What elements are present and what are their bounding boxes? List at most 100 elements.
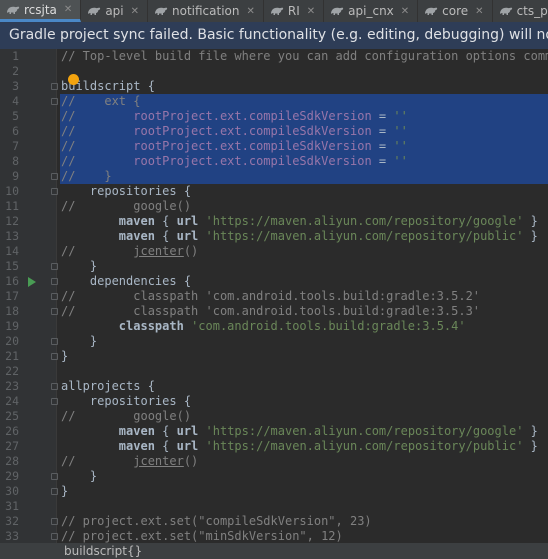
code-text[interactable]: // ext { <box>60 94 548 109</box>
code-line[interactable]: 4 // ext { <box>0 94 548 109</box>
close-icon[interactable]: ✕ <box>307 6 315 17</box>
code-text[interactable]: // rootProject.ext.compileSdkVersion = '… <box>60 124 548 139</box>
fold-marker-icon[interactable] <box>51 488 58 495</box>
code-line[interactable]: 12 maven { url 'https://maven.aliyun.com… <box>0 214 548 229</box>
code-line[interactable]: 21} <box>0 349 548 364</box>
code-line[interactable]: 31 <box>0 499 548 514</box>
code-line[interactable]: 5 // rootProject.ext.compileSdkVersion = … <box>0 109 548 124</box>
code-line[interactable]: 23 allprojects { <box>0 379 548 394</box>
code-text[interactable]: } <box>60 349 548 364</box>
code-text[interactable] <box>60 499 548 514</box>
fold-marker-icon[interactable] <box>51 338 58 345</box>
code-text[interactable]: // google() <box>60 199 548 214</box>
code-line[interactable]: 22 <box>0 364 548 379</box>
code-text[interactable]: maven { url 'https://maven.aliyun.com/re… <box>60 439 548 454</box>
code-line[interactable]: 24 repositories { <box>0 394 548 409</box>
fold-marker-icon[interactable] <box>51 98 58 105</box>
code-text[interactable]: // jcenter() <box>60 454 548 469</box>
fold-marker-icon[interactable] <box>51 188 58 195</box>
code-line[interactable]: 19 classpath 'com.android.tools.build:gr… <box>0 319 548 334</box>
code-line[interactable]: 6 // rootProject.ext.compileSdkVersion = … <box>0 124 548 139</box>
code-token: { <box>154 424 177 438</box>
code-text[interactable]: repositories { <box>60 394 548 409</box>
code-text[interactable]: } <box>60 334 548 349</box>
code-line[interactable]: 33 // project.ext.set("minSdkVersion", 12… <box>0 529 548 543</box>
fold-marker-icon[interactable] <box>51 383 58 390</box>
code-line[interactable]: 29 } <box>0 469 548 484</box>
code-text[interactable]: } <box>60 469 548 484</box>
code-line[interactable]: 26 maven { url 'https://maven.aliyun.com… <box>0 424 548 439</box>
close-icon[interactable]: ✕ <box>247 6 255 17</box>
code-line[interactable]: 13 maven { url 'https://maven.aliyun.com… <box>0 229 548 244</box>
code-line[interactable]: 32 // project.ext.set("compileSdkVersion"… <box>0 514 548 529</box>
code-line[interactable]: 1 // Top-level build file where you can a… <box>0 49 548 64</box>
tab-core[interactable]: core ✕ <box>418 0 493 22</box>
breakpoint-marker-icon[interactable] <box>68 74 79 85</box>
code-line[interactable]: 2 <box>0 64 548 79</box>
code-text[interactable]: allprojects { <box>60 379 548 394</box>
tab-api-cnx[interactable]: api_cnx ✕ <box>324 0 419 22</box>
code-text[interactable]: // } <box>60 169 548 184</box>
code-text[interactable]: // Top-level build file where you can ad… <box>60 49 548 64</box>
code-line[interactable]: 17 // classpath 'com.android.tools.build:… <box>0 289 548 304</box>
code-text[interactable]: } <box>60 259 548 274</box>
code-text[interactable]: // rootProject.ext.compileSdkVersion = '… <box>60 109 548 124</box>
code-text[interactable]: // classpath 'com.android.tools.build:gr… <box>60 304 548 319</box>
code-text[interactable] <box>60 64 548 79</box>
code-line[interactable]: 25 // google() <box>0 409 548 424</box>
code-editor[interactable]: 1 // Top-level build file where you can a… <box>0 49 548 543</box>
code-line[interactable]: 30} <box>0 484 548 499</box>
tab-cts-provi[interactable]: cts_provi <box>493 0 548 22</box>
code-line[interactable]: 14 // jcenter() <box>0 244 548 259</box>
code-line[interactable]: 20 } <box>0 334 548 349</box>
close-icon[interactable]: ✕ <box>64 4 72 15</box>
code-text[interactable]: maven { url 'https://maven.aliyun.com/re… <box>60 424 548 439</box>
tab-api[interactable]: api ✕ <box>81 0 149 22</box>
code-text[interactable]: maven { url 'https://maven.aliyun.com/re… <box>60 214 548 229</box>
code-text[interactable]: // google() <box>60 409 548 424</box>
run-gutter-icon[interactable] <box>28 277 36 287</box>
code-text[interactable] <box>60 364 548 379</box>
code-text[interactable]: // project.ext.set("compileSdkVersion", … <box>60 514 548 529</box>
tab-notification[interactable]: notification ✕ <box>148 0 264 22</box>
fold-marker-icon[interactable] <box>51 308 58 315</box>
code-line[interactable]: 18 // classpath 'com.android.tools.build:… <box>0 304 548 319</box>
code-line[interactable]: 28 // jcenter() <box>0 454 548 469</box>
code-text[interactable]: // classpath 'com.android.tools.build:gr… <box>60 289 548 304</box>
close-icon[interactable]: ✕ <box>131 6 139 17</box>
tab-rcsjta[interactable]: rcsjta ✕ <box>0 0 82 22</box>
code-text[interactable]: maven { url 'https://maven.aliyun.com/re… <box>60 229 548 244</box>
fold-marker-icon[interactable] <box>51 398 58 405</box>
code-text[interactable]: dependencies { <box>60 274 548 289</box>
fold-marker-icon[interactable] <box>51 83 58 90</box>
code-line[interactable]: 10 repositories { <box>0 184 548 199</box>
code-line[interactable]: 16 dependencies { <box>0 274 548 289</box>
code-text[interactable]: buildscript { <box>60 79 548 94</box>
fold-marker-icon[interactable] <box>51 518 58 525</box>
code-text[interactable]: // rootProject.ext.compileSdkVersion = '… <box>60 139 548 154</box>
code-line[interactable]: 8 // rootProject.ext.compileSdkVersion = … <box>0 154 548 169</box>
fold-marker-icon[interactable] <box>51 353 58 360</box>
fold-marker-icon[interactable] <box>51 293 58 300</box>
fold-marker-icon[interactable] <box>51 263 58 270</box>
tab-ri[interactable]: RI ✕ <box>264 0 325 22</box>
code-line[interactable]: 7 // rootProject.ext.compileSdkVersion = … <box>0 139 548 154</box>
code-line[interactable]: 11 // google() <box>0 199 548 214</box>
breadcrumb[interactable]: buildscript{} <box>0 543 548 559</box>
fold-marker-icon[interactable] <box>51 173 58 180</box>
fold-marker-icon[interactable] <box>51 533 58 540</box>
code-text[interactable]: // rootProject.ext.compileSdkVersion = '… <box>60 154 548 169</box>
code-line[interactable]: 15 } <box>0 259 548 274</box>
code-text[interactable]: } <box>60 484 548 499</box>
code-text[interactable]: // jcenter() <box>60 244 548 259</box>
code-text[interactable]: classpath 'com.android.tools.build:gradl… <box>60 319 548 334</box>
code-text[interactable]: // project.ext.set("minSdkVersion", 12) <box>60 529 548 543</box>
fold-marker-icon[interactable] <box>51 278 58 285</box>
code-text[interactable]: repositories { <box>60 184 548 199</box>
fold-marker-icon[interactable] <box>51 473 58 480</box>
close-icon[interactable]: ✕ <box>401 6 409 17</box>
code-line[interactable]: 9 // } <box>0 169 548 184</box>
close-icon[interactable]: ✕ <box>475 6 483 17</box>
code-line[interactable]: 3 buildscript { <box>0 74 548 94</box>
code-line[interactable]: 27 maven { url 'https://maven.aliyun.com… <box>0 439 548 454</box>
